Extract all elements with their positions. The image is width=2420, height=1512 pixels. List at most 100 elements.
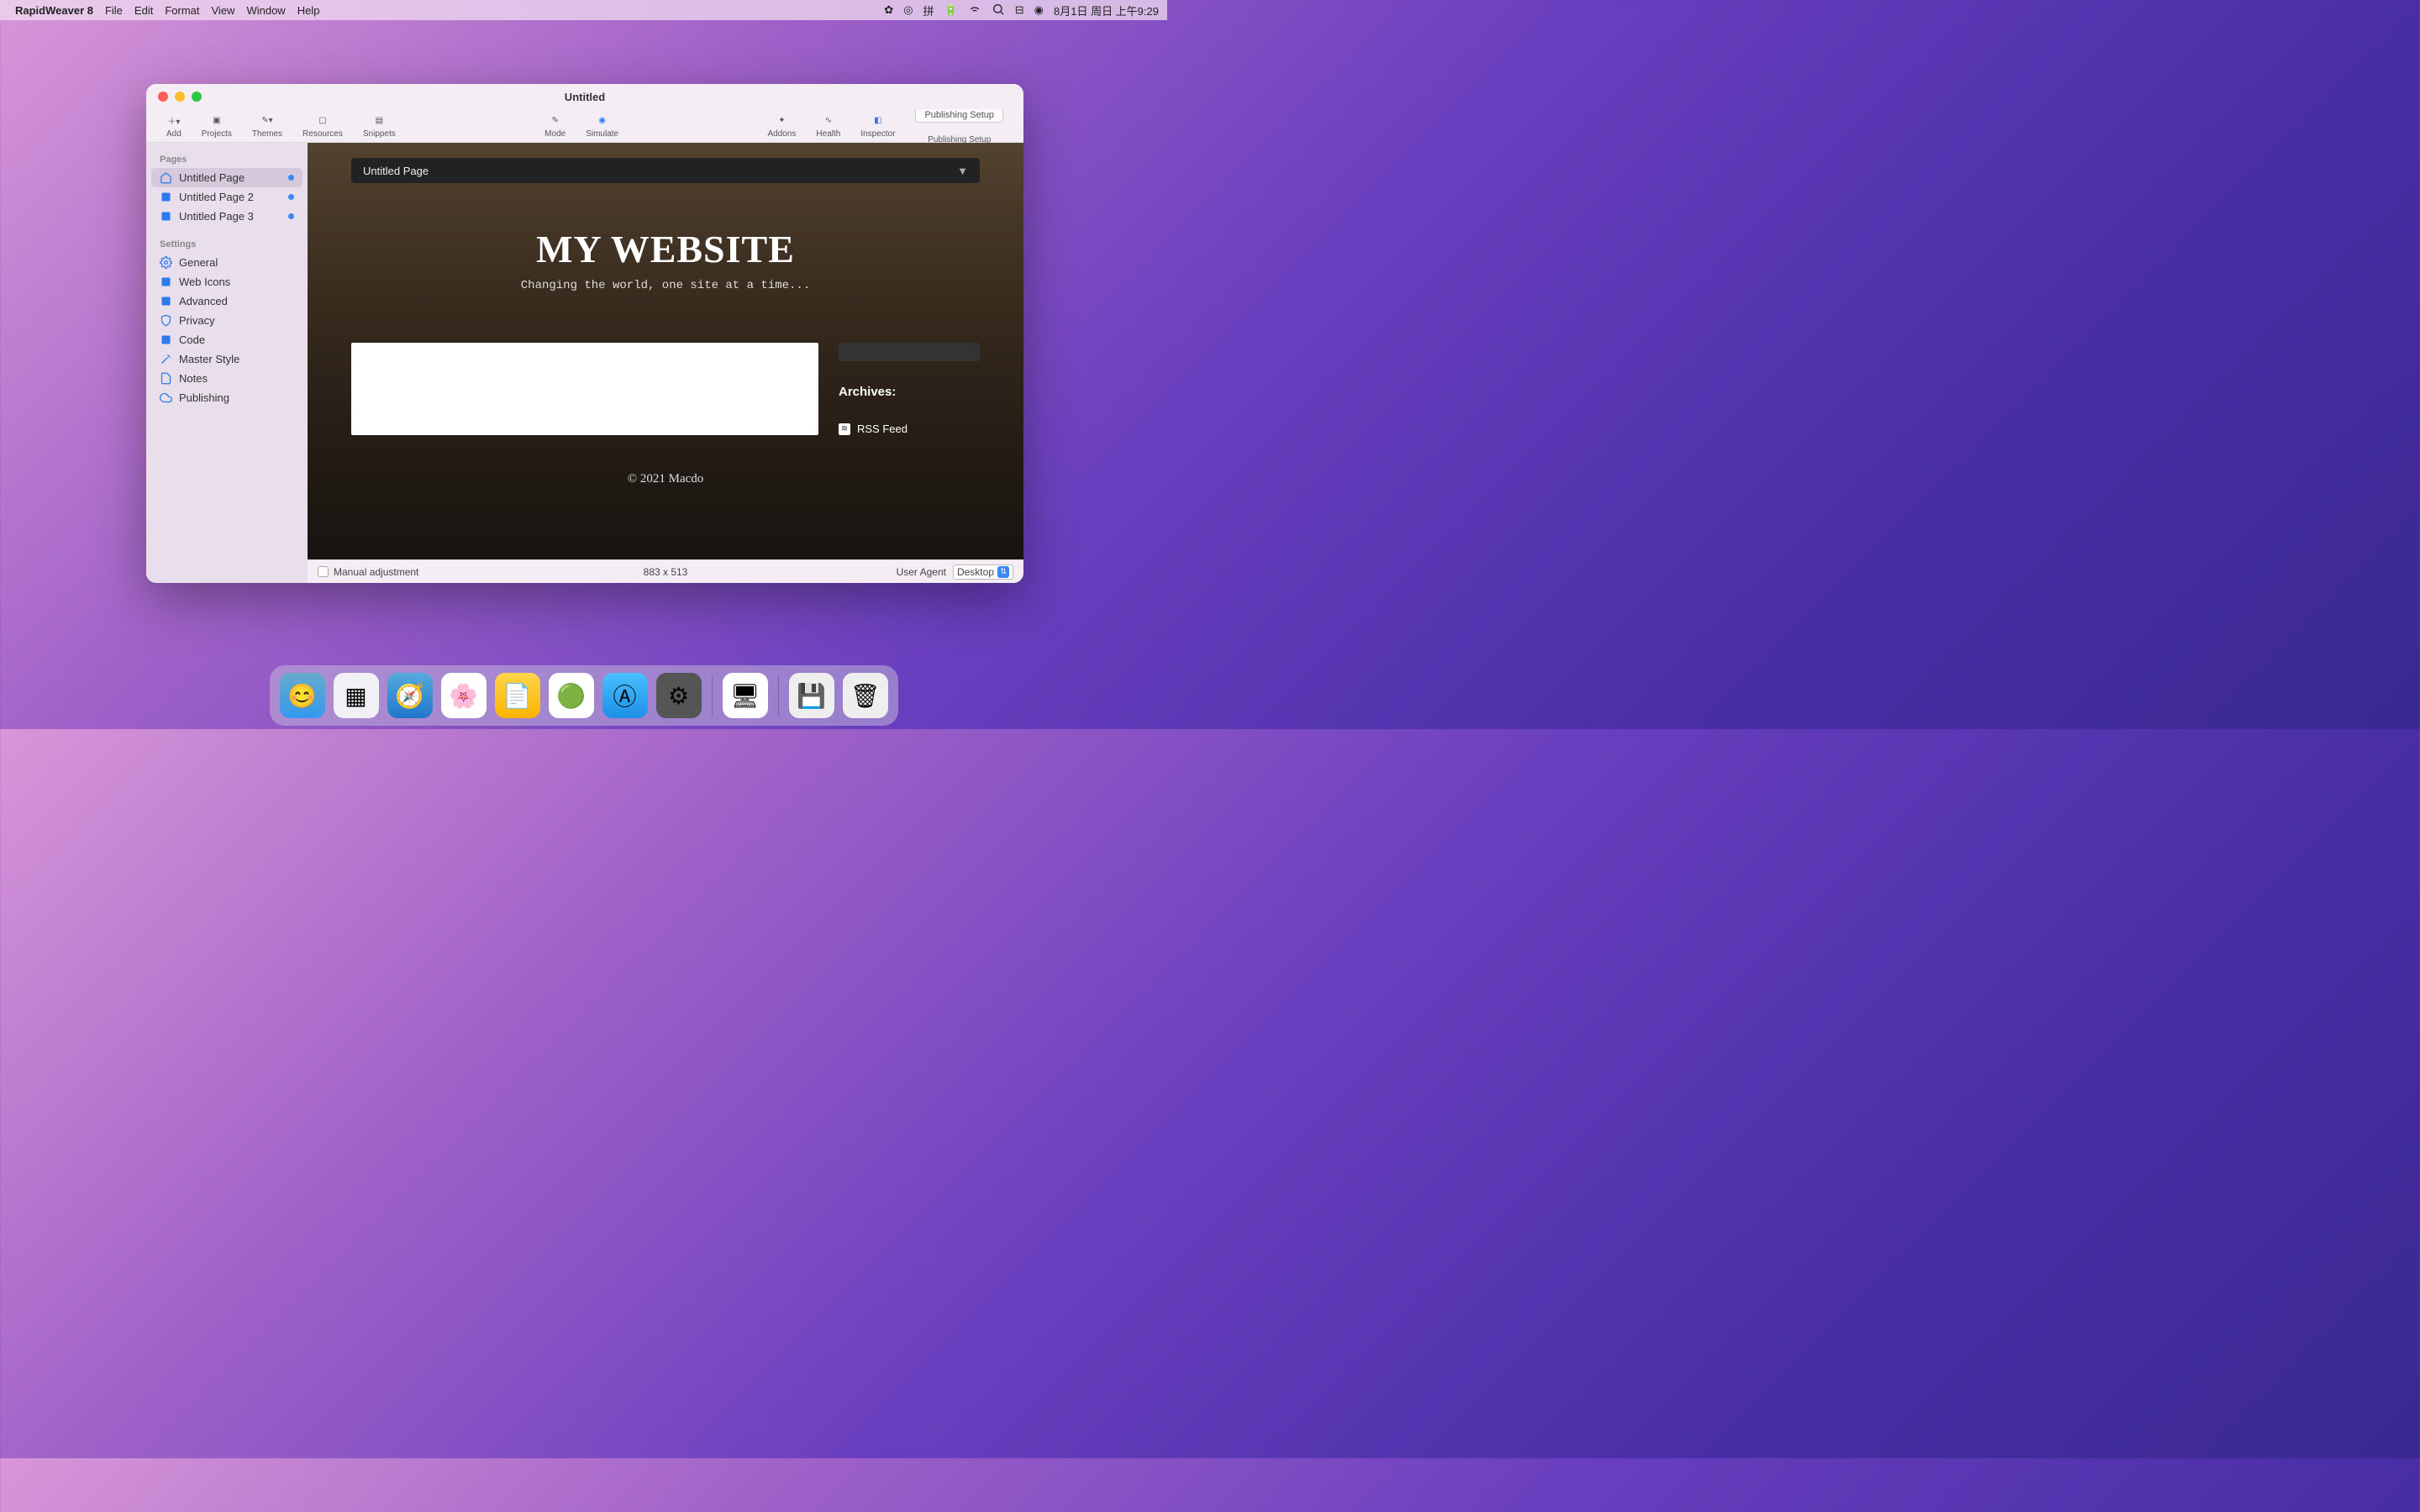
page-dropdown-label: Untitled Page [363, 165, 429, 177]
dock-finder[interactable]: 😊 [280, 673, 325, 718]
dock-separator [778, 675, 779, 717]
maximize-button[interactable] [192, 92, 202, 102]
minimize-button[interactable] [175, 92, 185, 102]
input-icon[interactable]: 拼 [923, 3, 934, 18]
menu-edit[interactable]: Edit [134, 4, 153, 17]
titlebar: Untitled [146, 84, 1023, 109]
close-button[interactable] [158, 92, 168, 102]
manual-label: Manual adjustment [334, 566, 418, 578]
dock-trash[interactable]: 🗑 [843, 673, 888, 718]
dock-chrome[interactable]: 🟢 [549, 673, 594, 718]
sidebar-item-label: Code [179, 333, 205, 346]
menu-help[interactable]: Help [297, 4, 320, 17]
eye-icon: ◉ [598, 113, 606, 129]
dock-photos[interactable]: 🌸 [441, 673, 487, 718]
control-center-icon[interactable]: ⊟ [1015, 3, 1024, 17]
pencil-icon: ✎ [551, 113, 558, 129]
sidebar-item-label: Untitled Page 2 [179, 191, 254, 203]
sidebar-item-label: General [179, 256, 218, 269]
sidebar-page-1[interactable]: Untitled Page [151, 168, 302, 187]
sidebar-item-label: Untitled Page 3 [179, 210, 254, 223]
panel-icon: Publishing Setup [915, 108, 1003, 123]
sidebar-privacy[interactable]: Privacy [151, 311, 302, 330]
hero-subtitle: Changing the world, one site at a time..… [308, 279, 1023, 292]
device-selector[interactable]: Desktop ⇅ [953, 564, 1013, 580]
dock-safari[interactable]: 🧭 [387, 673, 433, 718]
home-icon [160, 171, 172, 184]
dimensions-label: 883 x 513 [644, 566, 688, 578]
sliders-icon [160, 295, 172, 307]
document-icon [160, 372, 172, 385]
sidebar-publishing[interactable]: Publishing [151, 388, 302, 407]
sidebar-left-icon: ◧ [874, 113, 881, 129]
menu-window[interactable]: Window [246, 4, 285, 17]
toolbar-simulate[interactable]: ◉Simulate [576, 109, 629, 142]
status-dot-icon [288, 175, 294, 181]
sidebar-page-3[interactable]: Untitled Page 3 [151, 207, 302, 226]
wifi-icon[interactable] [968, 3, 981, 18]
leaf-icon[interactable]: ✿ [884, 3, 893, 17]
rss-link[interactable]: ≋ RSS Feed [839, 423, 980, 435]
dock-rapidweaver[interactable]: 🖥 [723, 673, 768, 718]
useragent-label: User Agent [897, 566, 946, 578]
toolbar-projects[interactable]: ▣Projects [192, 109, 242, 142]
toolbar-health[interactable]: ∿Health [806, 109, 850, 142]
brush-icon: ✎▾ [261, 113, 272, 129]
menu-format[interactable]: Format [165, 4, 199, 17]
window-title: Untitled [565, 91, 605, 103]
image-icon: ▢ [318, 113, 326, 129]
code-icon [160, 333, 172, 346]
sidebar-head-settings: Settings [151, 234, 302, 253]
user-icon[interactable]: ◎ [903, 3, 913, 17]
dock-settings[interactable]: ⚙ [656, 673, 702, 718]
page-icon [160, 210, 172, 223]
shield-icon [160, 314, 172, 327]
sidebar-notes[interactable]: Notes [151, 369, 302, 388]
sidebar-webicons[interactable]: Web Icons [151, 272, 302, 291]
cloud-icon [160, 391, 172, 404]
app-menu[interactable]: RapidWeaver 8 [15, 4, 93, 17]
siri-icon[interactable]: ◉ [1034, 3, 1044, 17]
dock-appstore[interactable]: Ⓐ [602, 673, 648, 718]
chevron-down-icon: ▼ [957, 165, 968, 177]
page-dropdown[interactable]: Untitled Page ▼ [351, 158, 980, 183]
menu-view[interactable]: View [212, 4, 235, 17]
sidebar-item-label: Web Icons [179, 276, 230, 288]
sidebar-item-label: Master Style [179, 353, 239, 365]
manual-checkbox[interactable] [318, 566, 329, 577]
toolbar-addons[interactable]: ✦Addons [757, 109, 806, 142]
wand-icon [160, 353, 172, 365]
sidebar-head-pages: Pages [151, 150, 302, 168]
sidebar-item-label: Notes [179, 372, 208, 385]
clock[interactable]: 8月1日 周日 上午9:29 [1054, 3, 1159, 18]
rss-label: RSS Feed [857, 423, 908, 435]
battery-icon[interactable]: 🔋 [944, 3, 958, 17]
preview-canvas: Untitled Page ▼ MY WEBSITE Changing the … [308, 143, 1023, 559]
toolbar-mode[interactable]: ✎Mode [534, 109, 576, 142]
sidebar-general[interactable]: General [151, 253, 302, 272]
toolbar-snippets[interactable]: ▤Snippets [353, 109, 406, 142]
toolbar-themes[interactable]: ✎▾Themes [242, 109, 292, 142]
sidebar-page-2[interactable]: Untitled Page 2 [151, 187, 302, 207]
sidebar-code[interactable]: Code [151, 330, 302, 349]
dock-separator [712, 675, 713, 717]
toolbar-inspector[interactable]: ◧Inspector [850, 109, 905, 142]
sidebar-advanced[interactable]: Advanced [151, 291, 302, 311]
toolbar-resources[interactable]: ▢Resources [292, 109, 353, 142]
dock-drive[interactable]: 💾 [789, 673, 834, 718]
updown-icon: ⇅ [997, 566, 1009, 578]
toolbar-add[interactable]: ＋▾Add [156, 109, 192, 142]
toolbar-publishing[interactable]: Publishing SetupPublishing Setup [905, 109, 1013, 142]
menu-file[interactable]: File [105, 4, 123, 17]
toolbar: ＋▾Add ▣Projects ✎▾Themes ▢Resources ▤Sni… [146, 109, 1023, 143]
dock-notes[interactable]: 📄 [495, 673, 540, 718]
grid-icon [160, 276, 172, 288]
spotlight-icon[interactable] [992, 3, 1005, 18]
rss-icon: ≋ [839, 423, 850, 435]
dock-launchpad[interactable]: ▦ [334, 673, 379, 718]
dock: 😊 ▦ 🧭 🌸 📄 🟢 Ⓐ ⚙ 🖥 💾 🗑 [270, 665, 898, 726]
plus-icon: ＋▾ [167, 113, 180, 129]
sidebar-masterstyle[interactable]: Master Style [151, 349, 302, 369]
archive-icon: ▣ [213, 113, 220, 129]
search-box[interactable] [839, 343, 980, 361]
